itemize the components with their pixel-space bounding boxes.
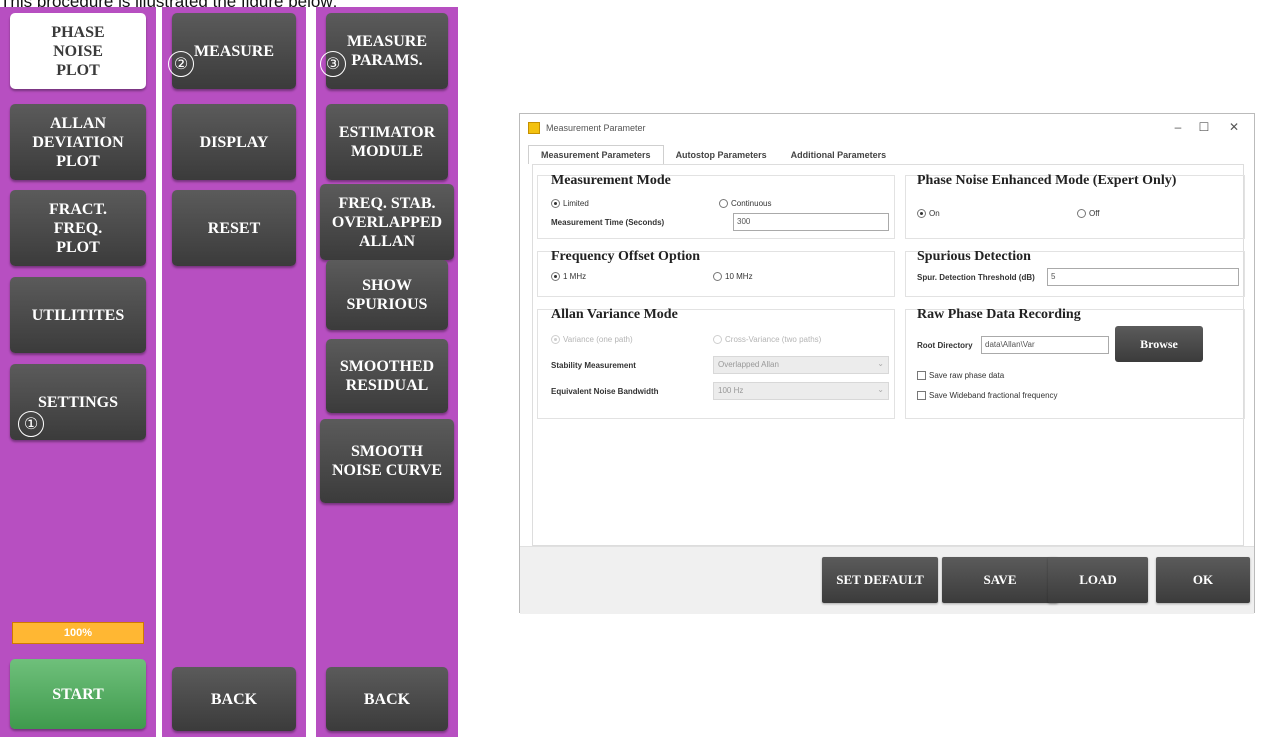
back-button[interactable]: BACK <box>172 667 296 731</box>
smooth-noise-curve-button[interactable]: SMOOTH NOISE CURVE <box>320 419 454 503</box>
start-button[interactable]: START <box>10 659 146 729</box>
raw-phase-title: Raw Phase Data Recording <box>917 307 1081 322</box>
reset-button[interactable]: RESET <box>172 190 296 266</box>
measurement-time-label: Measurement Time (Seconds) <box>551 218 665 227</box>
fract-freq-plot-button[interactable]: FRACT. FREQ. PLOT <box>10 190 146 266</box>
continuous-label: Continuous <box>731 199 772 208</box>
tab-measurement-parameters[interactable]: Measurement Parameters <box>528 145 664 164</box>
cross-variance-radio[interactable] <box>713 335 722 344</box>
display-button[interactable]: DISPLAY <box>172 104 296 180</box>
enhanced-on-radio[interactable] <box>917 209 926 218</box>
smoothed-residual-button[interactable]: SMOOTHED RESIDUAL <box>326 339 448 413</box>
measure-button[interactable]: MEASURE <box>172 13 296 89</box>
stability-measurement-value: Overlapped Allan <box>718 360 779 369</box>
tab-content: Measurement Mode Limited Continuous Meas… <box>532 164 1245 546</box>
frequency-offset-title: Frequency Offset Option <box>551 249 701 264</box>
back-button[interactable]: BACK <box>326 667 448 731</box>
dialog-titlebar: Measurement Parameter <box>520 114 1254 142</box>
minimize-icon[interactable]: – <box>1166 120 1190 134</box>
dialog-title: Measurement Parameter <box>546 123 646 133</box>
root-directory-field[interactable]: data\Allan\Var <box>981 336 1109 354</box>
step-3-marker: ③ <box>320 51 346 77</box>
app-icon <box>528 122 540 134</box>
progress-bar: 100% <box>12 622 144 644</box>
close-icon[interactable]: ✕ <box>1222 120 1246 134</box>
estimator-module-button[interactable]: ESTIMATOR MODULE <box>326 104 448 180</box>
offset-10mhz-label: 10 MHz <box>725 272 753 281</box>
measurement-mode-title: Measurement Mode <box>551 173 671 188</box>
show-spurious-button[interactable]: SHOW SPURIOUS <box>326 260 448 330</box>
save-raw-checkbox[interactable] <box>917 371 926 380</box>
limited-radio[interactable] <box>551 199 560 208</box>
progress-text: 100% <box>63 627 93 639</box>
enhanced-on-label: On <box>929 209 940 218</box>
freq-stab-overlapped-allan-button[interactable]: FREQ. STAB. OVERLAPPED ALLAN <box>320 184 454 260</box>
noise-bandwidth-select[interactable]: 100 Hz ⌄ <box>713 382 889 400</box>
spur-threshold-label: Spur. Detection Threshold (dB) <box>917 273 1035 282</box>
measure-params-button[interactable]: MEASURE PARAMS. <box>326 13 448 89</box>
save-raw-label: Save raw phase data <box>929 371 1005 380</box>
offset-10mhz-radio[interactable] <box>713 272 722 281</box>
enhanced-off-label: Off <box>1089 209 1100 218</box>
step-1-marker: ① <box>18 411 44 437</box>
offset-1mhz-radio[interactable] <box>551 272 560 281</box>
continuous-radio[interactable] <box>719 199 728 208</box>
maximize-icon[interactable]: ☐ <box>1192 120 1216 134</box>
save-fractional-checkbox[interactable] <box>917 391 926 400</box>
stability-measurement-select[interactable]: Overlapped Allan ⌄ <box>713 356 889 374</box>
save-button[interactable]: SAVE <box>942 557 1058 603</box>
stability-measurement-label: Stability Measurement <box>551 361 636 370</box>
tab-autostop-parameters[interactable]: Autostop Parameters <box>664 146 779 164</box>
settings-menu-panel: MEASURE ② DISPLAY RESET BACK <box>156 7 306 737</box>
measurement-parameter-dialog: Measurement Parameter – ☐ ✕ Measurement … <box>519 113 1255 614</box>
set-default-button[interactable]: SET DEFAULT <box>822 557 938 603</box>
noise-bandwidth-value: 100 Hz <box>718 386 744 395</box>
offset-1mhz-label: 1 MHz <box>563 272 587 281</box>
spur-threshold-field[interactable]: 5 <box>1047 268 1239 286</box>
load-button[interactable]: LOAD <box>1048 557 1148 603</box>
allan-variance-title: Allan Variance Mode <box>551 307 678 322</box>
cross-variance-label: Cross-Variance (two paths) <box>725 335 822 344</box>
measure-menu-panel: MEASURE PARAMS. ③ ESTIMATOR MODULE FREQ.… <box>312 7 458 737</box>
root-directory-label: Root Directory <box>917 341 973 350</box>
measurement-time-field[interactable]: 300 <box>733 213 889 231</box>
spurious-detection-title: Spurious Detection <box>917 249 1031 264</box>
step-2-marker: ② <box>168 51 194 77</box>
enhanced-off-radio[interactable] <box>1077 209 1086 218</box>
dialog-footer: SET DEFAULT SAVE LOAD OK <box>520 546 1254 614</box>
chevron-down-icon: ⌄ <box>877 359 884 368</box>
main-menu-panel: PHASE NOISE PLOT ALLAN DEVIATION PLOT FR… <box>0 7 156 737</box>
enhanced-mode-title: Phase Noise Enhanced Mode (Expert Only) <box>917 173 1177 188</box>
noise-bandwidth-label: Equivalent Noise Bandwidth <box>551 387 659 396</box>
allan-deviation-plot-button[interactable]: ALLAN DEVIATION PLOT <box>10 104 146 180</box>
variance-radio[interactable] <box>551 335 560 344</box>
tab-bar: Measurement Parameters Autostop Paramete… <box>520 142 1254 164</box>
save-fractional-label: Save Wideband fractional frequency <box>929 391 1058 400</box>
variance-label: Variance (one path) <box>563 335 633 344</box>
tab-additional-parameters[interactable]: Additional Parameters <box>779 146 899 164</box>
browse-button[interactable]: Browse <box>1115 326 1203 362</box>
phase-noise-plot-button[interactable]: PHASE NOISE PLOT <box>10 13 146 89</box>
limited-label: Limited <box>563 199 589 208</box>
ok-button[interactable]: OK <box>1156 557 1250 603</box>
chevron-down-icon: ⌄ <box>877 385 884 394</box>
utilities-button[interactable]: UTILITITES <box>10 277 146 353</box>
